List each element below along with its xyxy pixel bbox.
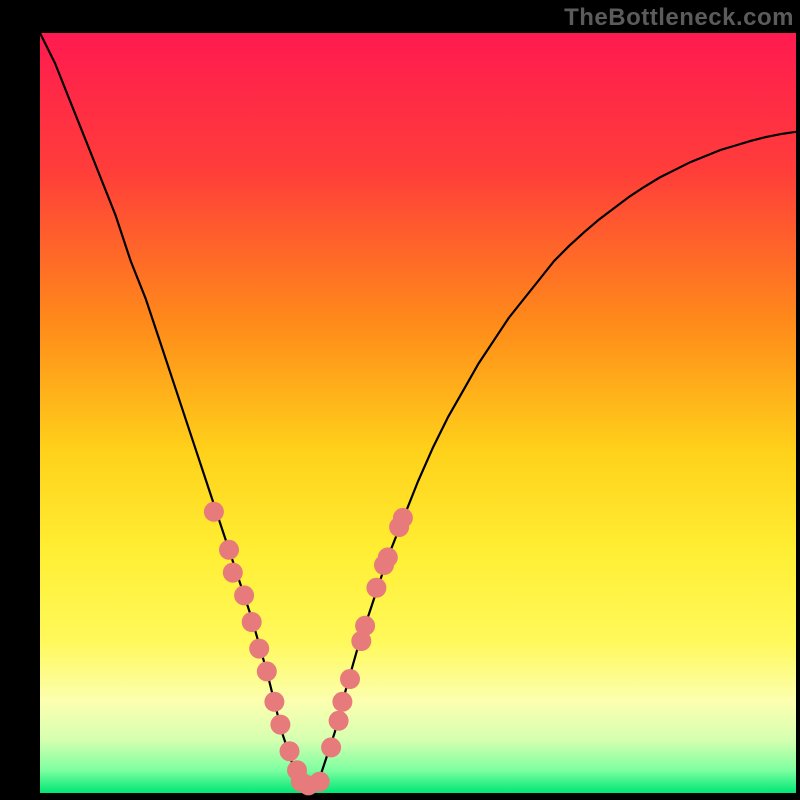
data-marker (329, 711, 349, 731)
data-marker (219, 540, 239, 560)
chart-container: TheBottleneck.com (0, 0, 800, 800)
data-marker (204, 502, 224, 522)
data-marker (310, 772, 330, 792)
data-marker (242, 612, 262, 632)
data-marker (280, 741, 300, 761)
plot-gradient-background (40, 33, 796, 793)
data-marker (321, 737, 341, 757)
data-marker (355, 616, 375, 636)
data-marker (257, 661, 277, 681)
data-marker (270, 715, 290, 735)
data-marker (332, 692, 352, 712)
data-marker (378, 547, 398, 567)
data-marker (393, 508, 413, 528)
data-marker (249, 639, 269, 659)
data-marker (264, 692, 284, 712)
data-marker (223, 563, 243, 583)
data-marker (340, 669, 360, 689)
data-marker (234, 585, 254, 605)
data-marker (366, 578, 386, 598)
bottleneck-chart (0, 0, 800, 800)
